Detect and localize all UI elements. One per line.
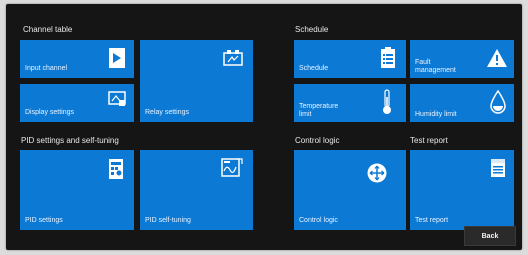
thermometer-icon bbox=[382, 89, 392, 120]
tile-relay-settings[interactable]: Relay settings bbox=[140, 40, 253, 122]
tile-label: PID settings bbox=[25, 217, 63, 224]
tile-label: Input channel bbox=[25, 65, 68, 72]
section-title-control-logic: Control logic bbox=[295, 136, 340, 145]
tile-fault-management[interactable]: Fault management bbox=[410, 40, 514, 78]
tile-label: Test report bbox=[415, 217, 449, 224]
droplet-icon bbox=[490, 89, 506, 119]
tile-pid-self-tuning[interactable]: PID self-tuning bbox=[140, 150, 253, 230]
tile-test-report[interactable]: Test report bbox=[410, 150, 514, 230]
tile-label: Humidity limit bbox=[415, 111, 457, 118]
channel-icon bbox=[108, 47, 126, 74]
section-title-test-report: Test report bbox=[410, 136, 448, 145]
tile-humidity-limit[interactable]: Humidity limit bbox=[410, 84, 514, 122]
tile-pid-settings[interactable]: PID settings bbox=[20, 150, 134, 230]
tile-label: Fault management bbox=[415, 59, 456, 74]
pid-settings-icon bbox=[108, 158, 124, 185]
warning-icon bbox=[486, 48, 508, 73]
tile-input-channel[interactable]: Input channel bbox=[20, 40, 134, 78]
tile-label: Relay settings bbox=[145, 109, 189, 116]
back-button[interactable]: Back bbox=[464, 226, 516, 246]
pid-tuning-icon bbox=[221, 158, 243, 183]
display-settings-icon bbox=[108, 90, 126, 113]
section-title-pid: PID settings and self-tuning bbox=[21, 136, 119, 145]
tile-label: Temperature limit bbox=[299, 103, 339, 118]
relay-icon bbox=[223, 50, 243, 71]
tile-label: PID self-tuning bbox=[145, 217, 191, 224]
control-logic-icon bbox=[366, 162, 388, 189]
report-icon bbox=[490, 158, 506, 183]
section-title-schedule: Schedule bbox=[295, 25, 329, 34]
section-title-channel-table: Channel table bbox=[23, 25, 73, 34]
tile-control-logic[interactable]: Control logic bbox=[294, 150, 406, 230]
schedule-list-icon bbox=[380, 47, 396, 74]
tile-label: Display settings bbox=[25, 109, 75, 116]
main-screen: Channel table Schedule PID settings and … bbox=[6, 4, 522, 250]
tile-label: Schedule bbox=[299, 65, 329, 72]
tile-label: Control logic bbox=[299, 217, 338, 224]
tile-temperature-limit[interactable]: Temperature limit bbox=[294, 84, 406, 122]
tile-schedule[interactable]: Schedule bbox=[294, 40, 406, 78]
tile-display-settings[interactable]: Display settings bbox=[20, 84, 134, 122]
